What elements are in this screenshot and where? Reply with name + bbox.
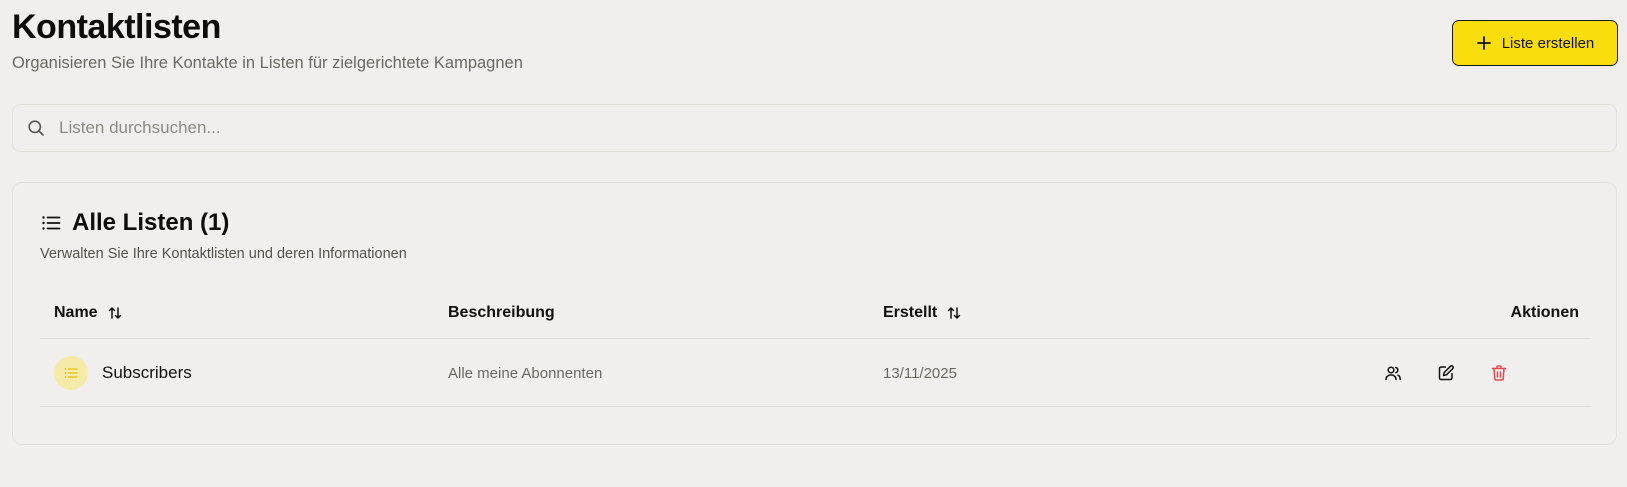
column-header-description: Beschreibung xyxy=(448,287,555,339)
list-icon xyxy=(40,212,62,234)
column-header-created-label: Erstellt xyxy=(883,304,938,321)
lists-table: Name Beschreibung Erstellt Aktionen Subs… xyxy=(40,287,1591,407)
list-created-date: 13/11/2025 xyxy=(883,364,957,382)
list-icon xyxy=(54,356,88,390)
page-subtitle: Organisieren Sie Ihre Kontakte in Listen… xyxy=(12,54,523,72)
trash-icon[interactable] xyxy=(1483,357,1515,389)
search-icon xyxy=(27,119,45,137)
create-list-button[interactable]: Liste erstellen xyxy=(1452,20,1618,66)
column-header-name: Name xyxy=(54,287,123,339)
users-icon[interactable] xyxy=(1377,357,1409,389)
column-header-actions-label: Aktionen xyxy=(1510,304,1579,321)
row-actions xyxy=(1377,339,1536,407)
search-box xyxy=(12,104,1617,152)
card-description: Verwalten Sie Ihre Kontaktlisten und der… xyxy=(40,246,407,262)
create-list-button-label: Liste erstellen xyxy=(1501,34,1595,52)
page-title: Kontaktlisten xyxy=(12,8,221,46)
table-row[interactable]: Subscribers Alle meine Abonnenten 13/11/… xyxy=(40,339,1591,407)
page: Kontaktlisten Organisieren Sie Ihre Kont… xyxy=(0,0,1627,487)
sort-arrows-icon[interactable] xyxy=(107,305,123,321)
column-header-created: Erstellt xyxy=(883,287,962,339)
plus-icon xyxy=(1476,35,1492,51)
search-input[interactable] xyxy=(59,118,1559,138)
lists-card: Alle Listen (1) Verwalten Sie Ihre Konta… xyxy=(12,182,1617,445)
card-header: Alle Listen (1) xyxy=(40,209,229,237)
list-name-cell: Subscribers xyxy=(54,339,192,407)
column-header-name-label: Name xyxy=(54,304,98,321)
list-description: Alle meine Abonnenten xyxy=(448,364,603,382)
column-header-actions: Aktionen xyxy=(1511,287,1579,339)
column-header-description-label: Beschreibung xyxy=(448,304,555,321)
sort-arrows-icon[interactable] xyxy=(946,305,962,321)
edit-icon[interactable] xyxy=(1430,357,1462,389)
list-name[interactable]: Subscribers xyxy=(102,363,192,383)
card-title: Alle Listen (1) xyxy=(72,209,230,236)
table-header: Name Beschreibung Erstellt Aktionen xyxy=(40,287,1591,339)
